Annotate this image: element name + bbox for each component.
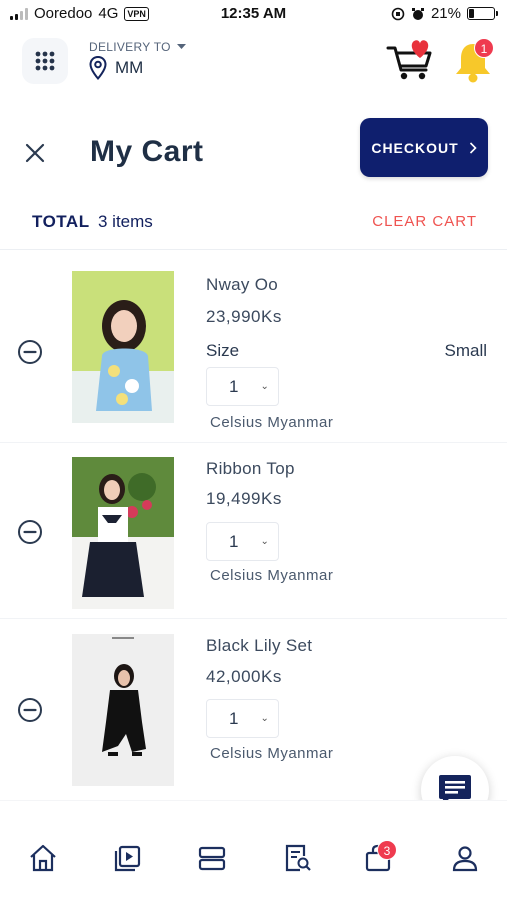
product-name[interactable]: Nway Oo [206, 275, 278, 295]
delivery-label: DELIVERY TO [89, 40, 171, 54]
chevron-down-icon: ⌄ [260, 713, 269, 724]
product-name[interactable]: Black Lily Set [206, 636, 312, 656]
product-name[interactable]: Ribbon Top [206, 459, 295, 479]
size-value: Small [444, 341, 487, 360]
location-pin-icon [89, 56, 107, 80]
chevron-down-icon: ⌄ [260, 381, 269, 392]
menu-grid-button[interactable] [22, 38, 68, 84]
orientation-lock-icon [391, 7, 405, 20]
checkout-button[interactable]: CHECKOUT [360, 118, 488, 177]
delivery-selector[interactable]: DELIVERY TO [89, 40, 186, 54]
total-label: TOTAL [32, 212, 90, 231]
chevron-right-icon [469, 141, 477, 154]
checkout-label: CHECKOUT [371, 139, 459, 156]
close-icon[interactable] [22, 140, 48, 166]
product-image[interactable] [72, 634, 174, 786]
quantity-select[interactable]: 1 ⌄ [206, 699, 279, 738]
quantity-value: 1 [229, 376, 239, 396]
search-orders-icon[interactable] [282, 843, 312, 873]
remove-item-icon[interactable] [17, 519, 43, 545]
cart-item: Nway Oo 23,990Ks Size Small 1 ⌄ Celsius … [0, 252, 507, 442]
profile-icon[interactable] [450, 843, 480, 873]
delivery-location[interactable]: MM [89, 56, 143, 80]
status-bar: Ooredoo 4G VPN 12:35 AM 21% [0, 0, 507, 28]
chevron-down-icon: ⌄ [260, 536, 269, 547]
video-icon[interactable] [113, 843, 143, 873]
notification-badge: 1 [474, 38, 494, 58]
quantity-value: 1 [229, 708, 239, 728]
alarm-icon [411, 7, 424, 20]
caret-down-icon [176, 44, 186, 49]
wishlist-cart-icon[interactable] [386, 36, 436, 82]
delivery-value: MM [115, 58, 144, 77]
page-title: My Cart [90, 135, 204, 168]
home-icon[interactable] [28, 843, 58, 873]
categories-icon[interactable] [197, 843, 227, 873]
product-price: 19,499Ks [206, 489, 282, 508]
cart-total-row: TOTAL 3 items CLEAR CART [0, 200, 507, 250]
product-price: 42,000Ks [206, 667, 282, 686]
store-name[interactable]: Celsius Myanmar [210, 567, 333, 584]
store-name[interactable]: Celsius Myanmar [210, 745, 333, 762]
product-image[interactable] [72, 271, 174, 423]
remove-item-icon[interactable] [17, 697, 43, 723]
quantity-value: 1 [229, 531, 239, 551]
battery-percent: 21% [430, 5, 461, 22]
bottom-nav [0, 800, 507, 900]
remove-item-icon[interactable] [17, 339, 43, 365]
store-name[interactable]: Celsius Myanmar [210, 414, 333, 431]
quantity-select[interactable]: 1 ⌄ [206, 522, 279, 561]
cart-item: Ribbon Top 19,499Ks 1 ⌄ Celsius Myanmar [0, 443, 507, 618]
total-count: 3 items [98, 212, 153, 231]
battery-icon [467, 7, 498, 20]
bag-badge: 3 [377, 840, 397, 860]
clear-cart-button[interactable]: CLEAR CART [372, 213, 477, 230]
product-image[interactable] [72, 457, 174, 609]
quantity-select[interactable]: 1 ⌄ [206, 367, 279, 406]
size-label: Size [206, 341, 240, 360]
product-price: 23,990Ks [206, 307, 282, 326]
grid-icon [35, 51, 55, 71]
